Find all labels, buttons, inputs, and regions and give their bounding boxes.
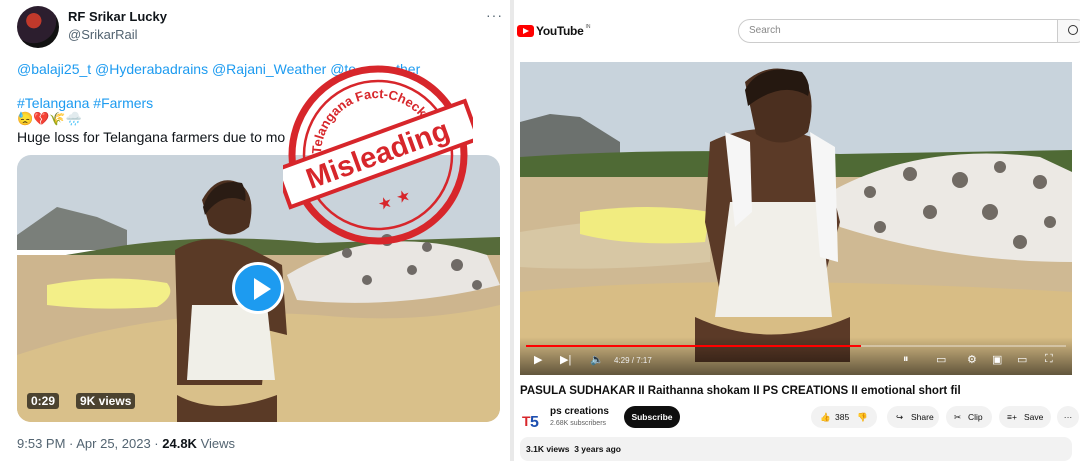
play-button[interactable] bbox=[232, 262, 284, 314]
youtube-wordmark: YouTube bbox=[536, 24, 584, 38]
subscribe-button[interactable]: Subscribe bbox=[624, 406, 680, 428]
save-label: Save bbox=[1024, 412, 1044, 422]
channel-name[interactable]: ps creations bbox=[550, 406, 609, 417]
video-title: PASULA SUDHAKAR II Raithanna shokam II P… bbox=[520, 385, 961, 397]
search-input[interactable]: Search bbox=[738, 19, 1058, 43]
share-label: Share bbox=[911, 412, 934, 422]
settings-gear-icon[interactable]: ⚙ bbox=[967, 353, 977, 366]
channel-avatar[interactable]: T 5 bbox=[520, 409, 542, 431]
tweet-views-label: Views bbox=[196, 436, 236, 451]
save-playlist-icon: ≡+ bbox=[1007, 412, 1017, 422]
video-player[interactable]: ▶ ▶| 🔈 4:29 / 7:17 ⏸ ▭ ⚙ ▣ ▭ ⛶ bbox=[520, 62, 1072, 375]
tweet-hashtags[interactable]: #Telangana #Farmers bbox=[17, 95, 153, 111]
stamp-stars: ★ ★ bbox=[375, 185, 413, 214]
play-icon[interactable]: ▶ bbox=[534, 353, 542, 366]
time-total: 7:17 bbox=[636, 356, 652, 365]
search-icon[interactable] bbox=[1058, 19, 1080, 43]
player-controls: ▶ ▶| 🔈 4:29 / 7:17 ⏸ ▭ ⚙ ▣ ▭ ⛶ bbox=[520, 337, 1072, 375]
tweet-emojis: 😓💔🌾🌧️ bbox=[17, 111, 82, 126]
like-dislike-group: 👍 385 👎 bbox=[811, 406, 877, 428]
youtube-logo[interactable]: YouTube IN bbox=[517, 24, 590, 38]
tweet-text: Huge loss for Telangana farmers due to m… bbox=[17, 129, 286, 145]
video-frame bbox=[520, 62, 1072, 375]
view-count: 3.1K views bbox=[526, 444, 570, 454]
youtube-play-icon bbox=[517, 25, 534, 37]
save-button[interactable]: ≡+ Save bbox=[999, 406, 1051, 428]
video-meta: 3.1K views 3 years ago bbox=[526, 444, 621, 454]
captions-icon[interactable]: ▭ bbox=[936, 353, 946, 366]
upload-age: 3 years ago bbox=[574, 444, 621, 454]
avatar[interactable] bbox=[17, 6, 59, 48]
progress-bar[interactable] bbox=[526, 345, 1066, 347]
tweet-time[interactable]: 9:53 PM · Apr 25, 2023 · bbox=[17, 436, 162, 451]
clip-label: Clip bbox=[968, 412, 983, 422]
fullscreen-icon[interactable]: ⛶ bbox=[1045, 353, 1053, 366]
miniplayer-icon[interactable]: ▣ bbox=[992, 353, 1002, 366]
display-name[interactable]: RF Srikar Lucky bbox=[68, 9, 167, 24]
tweet-panel: RF Srikar Lucky @SrikarRail ··· @balaji2… bbox=[0, 0, 510, 461]
youtube-panel: YouTube IN Search ▶ ▶| 🔈 4:29 / 7:17 ⏸ ▭… bbox=[514, 0, 1080, 461]
thumbs-up-icon[interactable]: 👍 bbox=[820, 406, 831, 428]
video-views: 9K views bbox=[76, 393, 136, 409]
progress-fill bbox=[526, 345, 861, 347]
timecode: 4:29 / 7:17 bbox=[614, 356, 652, 365]
share-button[interactable]: ↪ Share bbox=[887, 406, 939, 428]
video-duration: 0:29 bbox=[27, 393, 60, 409]
theater-mode-icon[interactable]: ▭ bbox=[1017, 353, 1027, 366]
misleading-stamp: Telangana Fact-Check Misleading ★ ★ bbox=[283, 65, 473, 245]
next-icon[interactable]: ▶| bbox=[560, 353, 571, 366]
time-current: 4:29 bbox=[614, 356, 630, 365]
thumbs-down-icon[interactable]: 👎 bbox=[857, 406, 868, 428]
share-icon: ↪ bbox=[896, 412, 904, 422]
subscriber-count: 2.68K subscribers bbox=[550, 420, 607, 427]
volume-icon[interactable]: 🔈 bbox=[590, 353, 604, 366]
clip-button[interactable]: ✂ Clip bbox=[946, 406, 992, 428]
svg-text:5: 5 bbox=[530, 414, 539, 431]
tweet-views-count: 24.8K bbox=[162, 436, 197, 451]
region-code: IN bbox=[585, 24, 591, 30]
scissors-icon: ✂ bbox=[954, 412, 962, 422]
tweet-meta: 9:53 PM · Apr 25, 2023 · 24.8K Views bbox=[17, 436, 235, 451]
more-options-icon[interactable]: ··· bbox=[486, 7, 503, 23]
like-count[interactable]: 385 bbox=[835, 406, 849, 428]
more-actions-icon[interactable]: ··· bbox=[1057, 406, 1079, 428]
user-handle[interactable]: @SrikarRail bbox=[68, 27, 138, 42]
autoplay-toggle-icon[interactable]: ⏸ bbox=[903, 353, 909, 366]
